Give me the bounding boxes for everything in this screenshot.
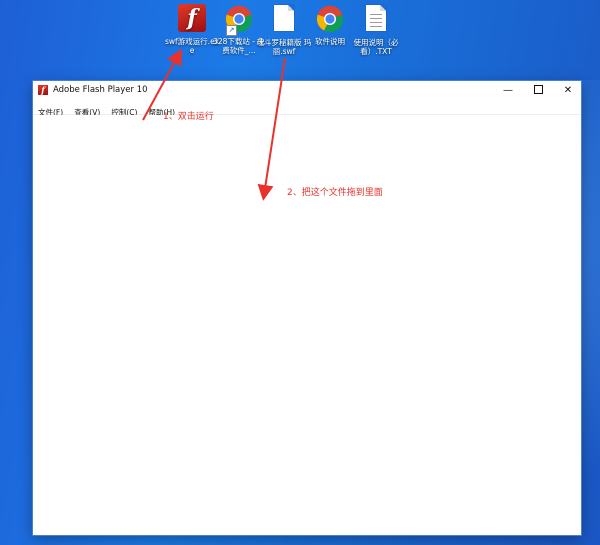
annotation-step-1: 1、双击运行 [163,112,214,122]
annotation-arrows [142,48,286,201]
arrow-to-window [257,57,286,201]
annotation-step-2: 2、把这个文件拖到里面 [287,188,383,198]
